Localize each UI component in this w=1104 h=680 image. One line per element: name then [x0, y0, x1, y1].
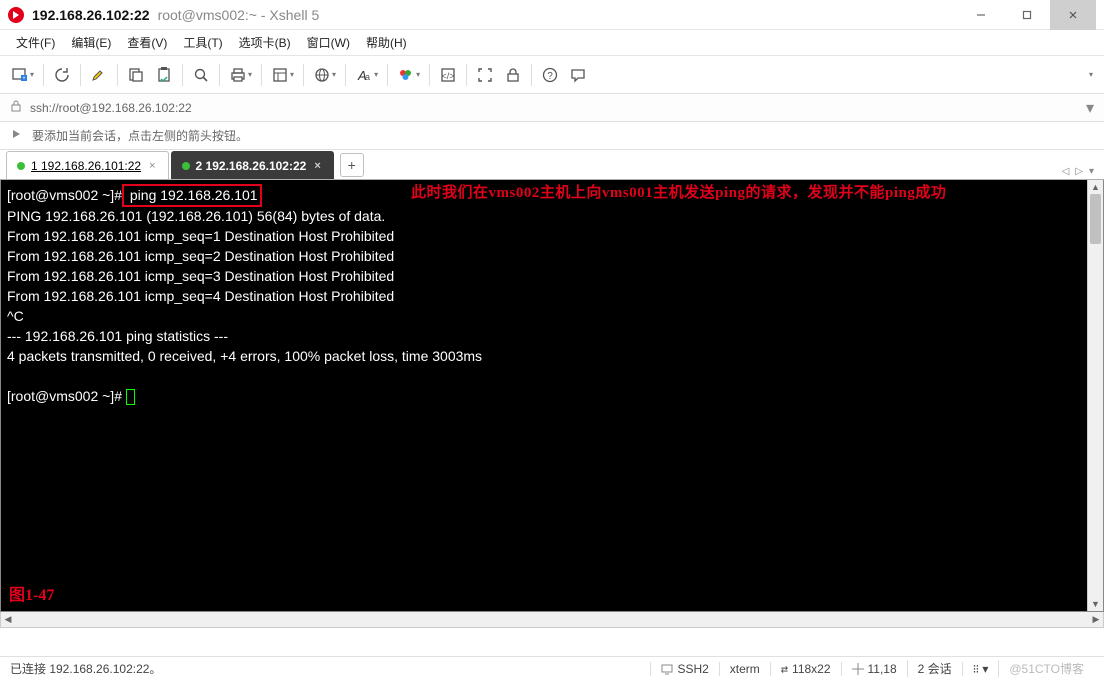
- tab-menu-icon[interactable]: ▾: [1087, 164, 1096, 179]
- paste-button[interactable]: [150, 60, 178, 90]
- add-session-arrow-icon[interactable]: [10, 127, 24, 144]
- address-dropdown-icon[interactable]: ▾: [1086, 98, 1094, 118]
- tab-scroll-right-icon[interactable]: ▷: [1073, 164, 1085, 179]
- feedback-button[interactable]: [564, 60, 592, 90]
- tab-label: 2 192.168.26.102:22: [196, 159, 307, 173]
- scroll-left-icon[interactable]: ◀: [1, 612, 15, 627]
- tab-scroll-left-icon[interactable]: ◁: [1060, 164, 1072, 179]
- svg-text:a: a: [365, 72, 370, 82]
- protocol-icon: [661, 663, 673, 675]
- toolbar-overflow-button[interactable]: ▾: [1083, 60, 1098, 90]
- menu-window[interactable]: 窗口(W): [301, 32, 356, 53]
- figure-label: 图1-47: [9, 586, 54, 605]
- tab-session-2[interactable]: 2 192.168.26.102:22 ×: [171, 151, 334, 179]
- menu-tabs[interactable]: 选项卡(B): [233, 32, 297, 53]
- scroll-down-icon[interactable]: ▼: [1088, 597, 1103, 611]
- tab-session-1[interactable]: 1 192.168.26.101:22 ×: [6, 151, 169, 179]
- status-cursor: 11,18: [841, 662, 907, 676]
- titlebar: 192.168.26.102:22 root@vms002:~ - Xshell…: [0, 0, 1104, 30]
- menu-edit[interactable]: 编辑(E): [65, 32, 117, 53]
- copy-button[interactable]: [122, 60, 150, 90]
- vertical-scrollbar[interactable]: ▲ ▼: [1087, 180, 1103, 611]
- status-size: ⇄118x22: [770, 662, 841, 676]
- status-dot-icon: [182, 162, 190, 170]
- terminal-line: ^C: [7, 308, 24, 324]
- new-session-button[interactable]: +▾: [6, 60, 39, 90]
- tab-label: 1 192.168.26.101:22: [31, 159, 141, 173]
- svg-text:</>: </>: [442, 71, 455, 81]
- addressbar: ssh://root@192.168.26.102:22 ▾: [0, 94, 1104, 122]
- infobar: 要添加当前会话，点击左侧的箭头按钮。: [0, 122, 1104, 150]
- toolbar: +▾ ▾ ▾ ▾ Aa▾ ▾ </> ? ▾: [0, 56, 1104, 94]
- tab-close-icon[interactable]: ×: [149, 160, 155, 172]
- horizontal-scrollbar[interactable]: ◀ ▶: [0, 612, 1104, 628]
- title-address: 192.168.26.102:22: [32, 7, 150, 23]
- svg-text:+: +: [22, 76, 26, 82]
- tab-close-icon[interactable]: ×: [314, 160, 320, 172]
- terminal-line: From 192.168.26.101 icmp_seq=3 Destinati…: [7, 268, 394, 284]
- chevron-down-icon[interactable]: ▾: [982, 662, 988, 676]
- status-left: 已连接 192.168.26.102:22。: [10, 660, 650, 677]
- print-button[interactable]: ▾: [224, 60, 257, 90]
- tab-add-button[interactable]: +: [340, 153, 364, 177]
- status-dot-icon: [17, 162, 25, 170]
- title-rest: root@vms002:~ - Xshell 5: [158, 7, 320, 23]
- highlight-button[interactable]: [85, 60, 113, 90]
- menu-view[interactable]: 查看(V): [121, 32, 173, 53]
- prompt: [root@vms002 ~]#: [7, 187, 122, 203]
- minimize-button[interactable]: [958, 0, 1004, 30]
- cursor-pos-icon: [852, 663, 864, 675]
- find-button[interactable]: [187, 60, 215, 90]
- menu-tools[interactable]: 工具(T): [177, 32, 228, 53]
- status-sessions: 2 会话: [907, 660, 962, 677]
- cursor-icon: [126, 389, 135, 405]
- status-protocol: SSH2: [650, 662, 718, 676]
- app-logo-icon: [8, 7, 24, 23]
- terminal[interactable]: [root@vms002 ~]# ping 192.168.26.101 PIN…: [1, 180, 1103, 611]
- font-button[interactable]: Aa▾: [350, 60, 383, 90]
- annotation-text: 此时我们在vms002主机上向vms001主机发送ping的请求，发现并不能pi…: [411, 184, 946, 203]
- terminal-line: 4 packets transmitted, 0 received, +4 er…: [7, 348, 482, 364]
- scroll-right-icon[interactable]: ▶: [1089, 612, 1103, 627]
- menu-file[interactable]: 文件(F): [10, 32, 61, 53]
- svg-text:?: ?: [547, 71, 553, 82]
- menubar: 文件(F) 编辑(E) 查看(V) 工具(T) 选项卡(B) 窗口(W) 帮助(…: [0, 30, 1104, 56]
- status-extra: ⁝⁝ ▾: [962, 662, 999, 676]
- window-controls: [958, 0, 1096, 30]
- lock-icon: [10, 99, 22, 117]
- help-button[interactable]: ?: [536, 60, 564, 90]
- tab-scroll: ◁ ▷ ▾: [1060, 164, 1096, 179]
- menu-help[interactable]: 帮助(H): [360, 32, 413, 53]
- reconnect-button[interactable]: [48, 60, 76, 90]
- tabbar: 1 192.168.26.101:22 × 2 192.168.26.102:2…: [0, 150, 1104, 180]
- terminal-line: From 192.168.26.101 icmp_seq=1 Destinati…: [7, 228, 394, 244]
- lock-button[interactable]: [499, 60, 527, 90]
- language-button[interactable]: ▾: [308, 60, 341, 90]
- address-url[interactable]: ssh://root@192.168.26.102:22: [30, 101, 1078, 115]
- close-button[interactable]: [1050, 0, 1096, 30]
- prompt: [root@vms002 ~]#: [7, 388, 126, 404]
- watermark: @51CTO博客: [998, 660, 1094, 677]
- infobar-text: 要添加当前会话，点击左侧的箭头按钮。: [32, 127, 248, 144]
- command-highlight: ping 192.168.26.101: [122, 184, 262, 207]
- status-term: xterm: [719, 662, 770, 676]
- terminal-line: From 192.168.26.101 icmp_seq=4 Destinati…: [7, 288, 394, 304]
- statusbar: 已连接 192.168.26.102:22。 SSH2 xterm ⇄118x2…: [0, 656, 1104, 680]
- fullscreen-button[interactable]: [471, 60, 499, 90]
- scroll-thumb[interactable]: [1090, 194, 1101, 244]
- terminal-line: --- 192.168.26.101 ping statistics ---: [7, 328, 228, 344]
- terminal-line: PING 192.168.26.101 (192.168.26.101) 56(…: [7, 208, 385, 224]
- script-button[interactable]: </>: [434, 60, 462, 90]
- terminal-wrap: [root@vms002 ~]# ping 192.168.26.101 PIN…: [0, 180, 1104, 612]
- properties-button[interactable]: ▾: [266, 60, 299, 90]
- maximize-button[interactable]: [1004, 0, 1050, 30]
- terminal-line: From 192.168.26.101 icmp_seq=2 Destinati…: [7, 248, 394, 264]
- scroll-up-icon[interactable]: ▲: [1088, 180, 1103, 194]
- color-button[interactable]: ▾: [392, 60, 425, 90]
